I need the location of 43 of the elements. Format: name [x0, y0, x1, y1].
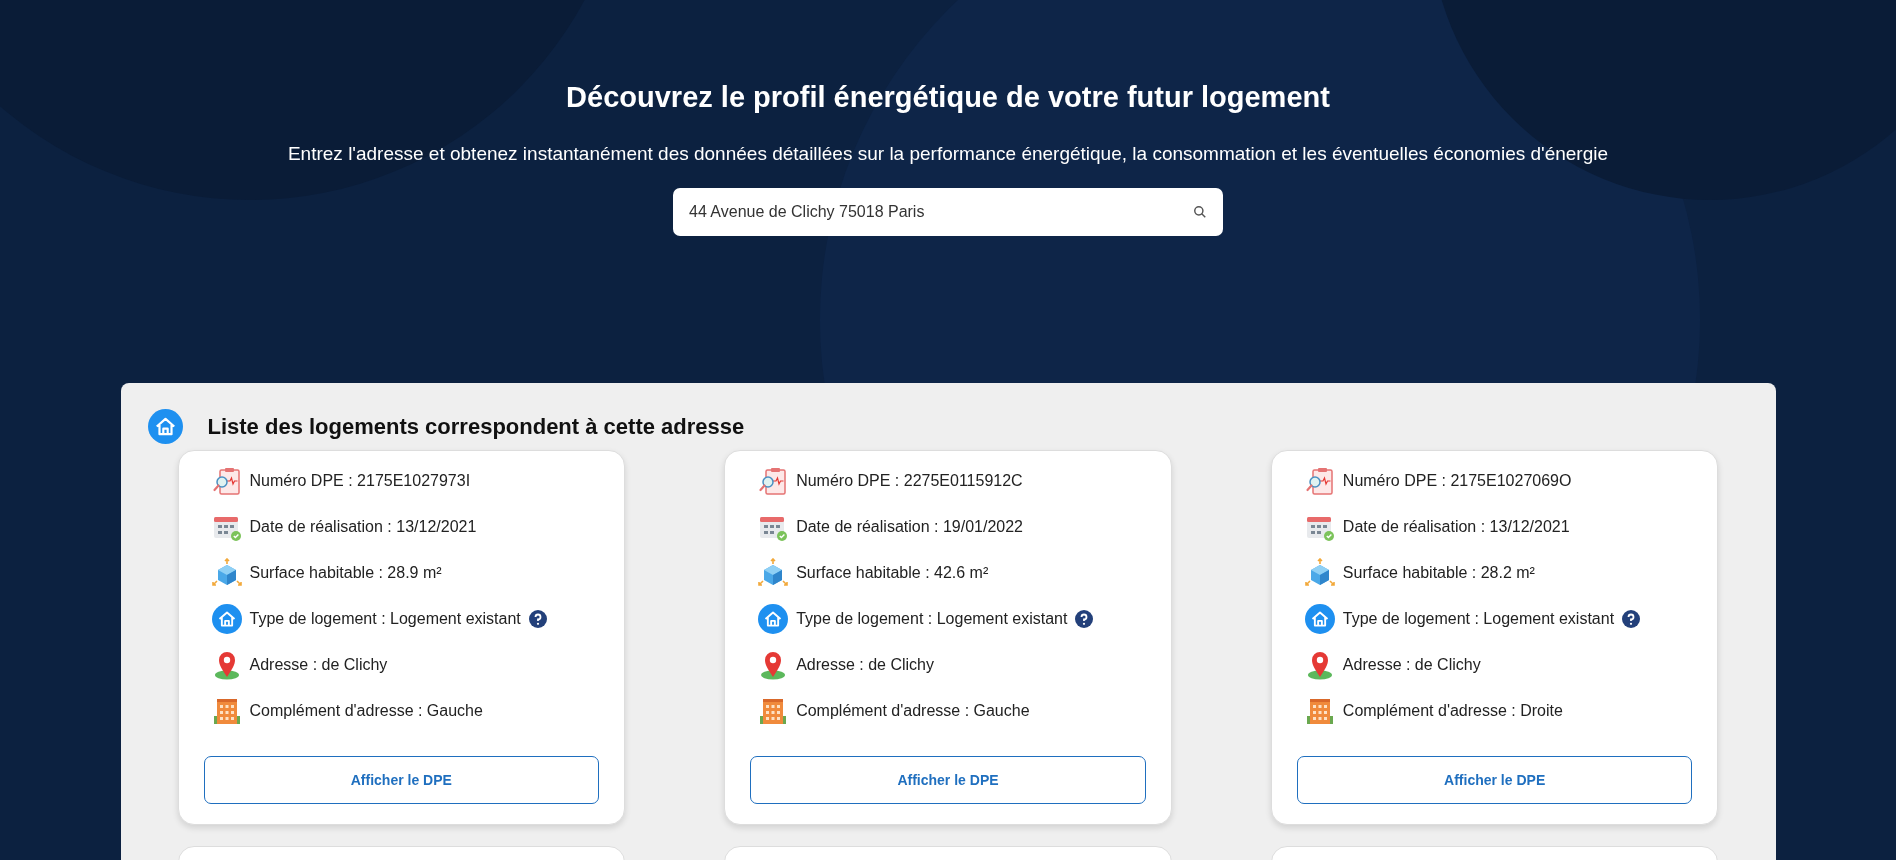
search-input: 44 Avenue de Clichy 75018 Paris: [689, 200, 1193, 224]
page-subtitle: Entrez l'adresse et obtenez instantanément des données détaillées sur la performance énergétique, la consommation et les éventuelles économies d'énergie: [287, 141, 1609, 166]
building-icon: [1304, 696, 1335, 726]
card-field-text: Surface habitable : 28.9 m²: [249, 563, 442, 583]
page-title: Découvrez le profil énergétique de votre futur logement: [566, 80, 1330, 115]
card-field-text: Complément d'adresse : Droite: [1342, 701, 1563, 721]
house-icon: [1304, 604, 1335, 634]
help-icon[interactable]: [1622, 610, 1641, 628]
card-field-text: Date de réalisation : 13/12/2021: [1342, 517, 1570, 537]
house-icon: [758, 604, 789, 634]
clipboard-magnifier-icon: [211, 466, 242, 496]
results-title: Liste des logements correspondent à cette adresse: [207, 413, 745, 441]
card-field-text: Surface habitable : 28.2 m²: [1342, 563, 1535, 583]
card-field-text: Numéro DPE : 2175E1027973I: [249, 471, 471, 491]
building-icon: [211, 696, 242, 726]
clipboard-magnifier-icon: [1304, 466, 1335, 496]
cube-arrows-icon: [758, 558, 789, 588]
card-field-text: Adresse : de Clichy: [249, 655, 388, 675]
cube-arrows-icon: [211, 558, 242, 588]
card-field-text: Surface habitable : 42.6 m²: [796, 563, 989, 583]
cube-arrows-icon: [1304, 558, 1335, 588]
help-icon[interactable]: [1075, 610, 1094, 628]
card-field-text: Adresse : de Clichy: [1342, 655, 1481, 675]
help-icon[interactable]: [528, 610, 547, 628]
house-icon: [211, 604, 242, 634]
card-field-text: Numéro DPE : 2275E0115912C: [796, 471, 1023, 491]
card-field-text: Type de logement : Logement existant: [249, 609, 521, 629]
clipboard-magnifier-icon: [758, 466, 789, 496]
card-field-text: Adresse : de Clichy: [796, 655, 934, 675]
house-icon: [147, 409, 183, 444]
card-field-text: Numéro DPE : 2175E1027069O: [1342, 471, 1572, 491]
card-field-text: Complément d'adresse : Gauche: [796, 701, 1030, 721]
show-dpe-button[interactable]: Afficher le DPE: [1296, 756, 1693, 804]
search-field[interactable]: 44 Avenue de Clichy 75018 Paris: [673, 188, 1223, 236]
card-field-text: Type de logement : Logement existant: [1342, 609, 1615, 629]
card-field-text: Complément d'adresse : Gauche: [249, 701, 483, 721]
building-icon: [758, 696, 789, 726]
card-field-text: Date de réalisation : 13/12/2021: [249, 517, 477, 537]
card-field-text: Date de réalisation : 19/01/2022: [796, 517, 1023, 537]
card-field-text: Type de logement : Logement existant: [796, 609, 1068, 629]
show-dpe-button[interactable]: Afficher le DPE: [203, 756, 600, 804]
search-icon[interactable]: [1193, 205, 1207, 219]
show-dpe-button[interactable]: Afficher le DPE: [750, 756, 1146, 804]
